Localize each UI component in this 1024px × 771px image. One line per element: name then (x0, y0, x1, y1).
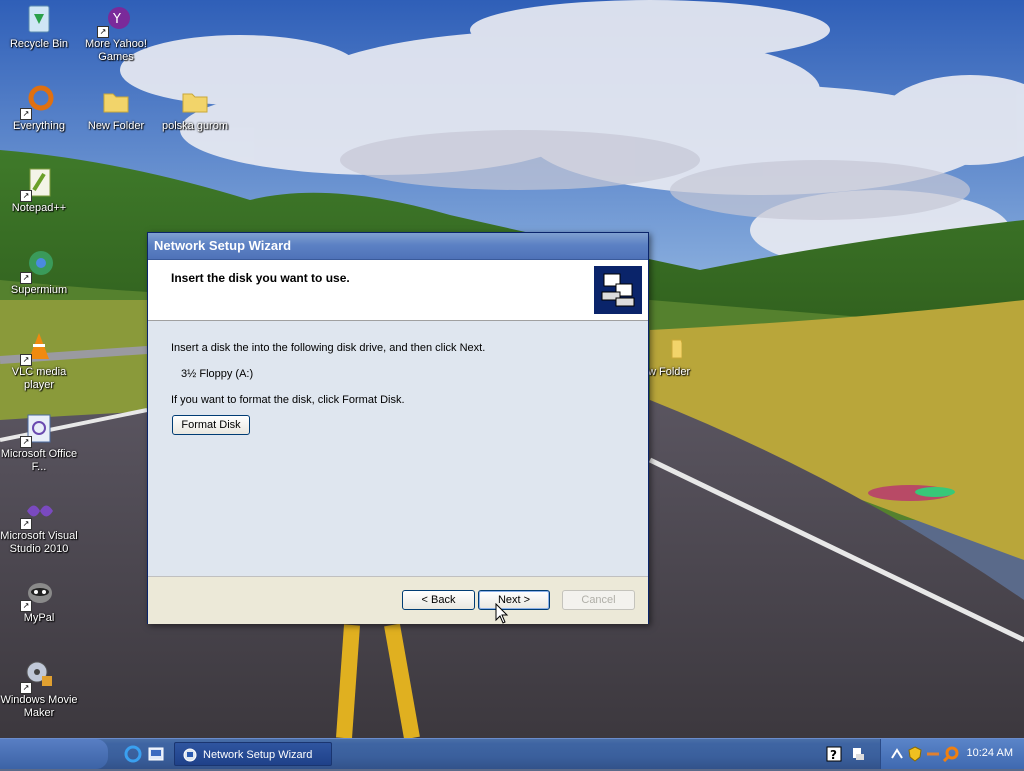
icon-label: Supermium (10, 284, 68, 296)
cancel-button: Cancel (562, 590, 635, 610)
shortcut-arrow-icon: ↗ (20, 682, 32, 694)
network-wizard-icon (183, 747, 197, 762)
shortcut-arrow-icon: ↗ (20, 354, 32, 366)
shortcut-arrow-icon: ↗ (97, 26, 109, 38)
supermium-browser-icon: ↗ (20, 248, 56, 284)
everything-search-icon: ↗ (20, 84, 56, 120)
volume-icon[interactable] (925, 746, 941, 762)
mouse-pointer-icon (495, 602, 509, 625)
desktop-icon-new-folder[interactable]: New Folder (77, 84, 155, 133)
desktop-icon-visual-studio-2010[interactable]: ↗ Microsoft Visual Studio 2010 (0, 494, 78, 556)
next-button[interactable]: Next > (478, 590, 550, 610)
desktop-icon-vlc[interactable]: ↗ VLC media player (0, 330, 78, 392)
security-shield-icon[interactable] (907, 746, 923, 762)
system-tray: 10:24 AM (880, 739, 1024, 769)
icon-label: MyPal (23, 612, 55, 624)
recycle-bin-icon (22, 2, 56, 36)
mypal-raccoon-icon: ↗ (20, 576, 56, 612)
svg-text:Y: Y (112, 12, 121, 27)
icon-label: New Folder (87, 120, 145, 132)
folder-icon (99, 84, 133, 118)
wizard-heading: Insert the disk you want to use. (171, 271, 350, 285)
shortcut-arrow-icon: ↗ (20, 518, 32, 530)
format-hint-text: If you want to format the disk, click Fo… (171, 394, 405, 406)
icon-label: More Yahoo! Games (85, 38, 147, 63)
instruction-text: Insert a disk the into the following dis… (171, 342, 486, 354)
taskbar-button-network-setup-wizard[interactable]: Network Setup Wizard (174, 742, 332, 766)
window-titlebar[interactable]: Network Setup Wizard (148, 233, 648, 260)
language-bar-icon[interactable] (850, 746, 866, 762)
desktop-icon-more-yahoo-games[interactable]: Y ↗ More Yahoo! Games (77, 2, 155, 64)
svg-text:?: ? (830, 748, 837, 762)
movie-maker-film-icon: ↗ (20, 658, 56, 694)
internet-explorer-icon[interactable] (124, 745, 142, 763)
shortcut-arrow-icon: ↗ (20, 600, 32, 612)
format-disk-button[interactable]: Format Disk (172, 415, 250, 435)
folder-icon (648, 330, 683, 364)
icon-label: VLC media player (11, 366, 67, 391)
desktop-icon-windows-movie-maker[interactable]: ↗ Windows Movie Maker (0, 658, 78, 720)
everything-search-icon[interactable] (942, 746, 959, 763)
shortcut-arrow-icon: ↗ (20, 190, 32, 202)
office-document-icon: ↗ (20, 412, 56, 448)
shortcut-arrow-icon: ↗ (20, 436, 32, 448)
visual-studio-icon: ↗ (20, 494, 56, 530)
folder-icon (178, 84, 212, 118)
network-computers-icon (594, 266, 642, 314)
shortcut-arrow-icon: ↗ (20, 108, 32, 120)
start-button[interactable] (0, 739, 108, 769)
notepad-plus-plus-icon: ↗ (20, 166, 56, 202)
yahoo-games-icon: Y ↗ (97, 2, 133, 38)
wizard-footer: < Back Next > Cancel (148, 576, 648, 624)
icon-label: Microsoft Office F... (0, 448, 78, 473)
icon-label: Microsoft Visual Studio 2010 (0, 530, 78, 555)
desktop-icon-polska-gurom[interactable]: polska gurom (156, 84, 234, 133)
back-button[interactable]: < Back (402, 590, 475, 610)
taskbar: Network Setup Wizard ? 10:24 AM (0, 738, 1024, 769)
taskbar-button-label: Network Setup Wizard (203, 749, 313, 761)
wizard-header: Insert the disk you want to use. (148, 260, 648, 321)
desktop-icon-notepad-plus-plus[interactable]: ↗ Notepad++ (0, 166, 78, 215)
icon-label: Windows Movie Maker (0, 694, 78, 719)
desktop-icon-everything[interactable]: ↗ Everything (0, 84, 78, 133)
vlc-cone-icon: ↗ (20, 330, 56, 366)
shortcut-arrow-icon: ↗ (20, 272, 32, 284)
show-desktop-icon[interactable] (147, 745, 165, 763)
clock[interactable]: 10:24 AM (967, 747, 1013, 759)
icon-label: Recycle Bin (9, 38, 69, 50)
icon-label: polska gurom (161, 120, 229, 132)
help-icon[interactable]: ? (826, 746, 842, 762)
icon-label: Notepad++ (11, 202, 67, 214)
desktop-icon-recycle-bin[interactable]: Recycle Bin (0, 2, 78, 51)
wizard-body: Insert a disk the into the following dis… (148, 321, 648, 576)
desktop-icon-supermium[interactable]: ↗ Supermium (0, 248, 78, 297)
drive-label: 3½ Floppy (A:) (181, 368, 254, 380)
desktop-icon-microsoft-office[interactable]: ↗ Microsoft Office F... (0, 412, 78, 474)
network-setup-wizard-window: Network Setup Wizard Insert the disk you… (147, 232, 649, 624)
network-connection-icon[interactable] (889, 746, 905, 762)
desktop-icon-mypal[interactable]: ↗ MyPal (0, 576, 78, 625)
icon-label: Everything (13, 120, 65, 132)
